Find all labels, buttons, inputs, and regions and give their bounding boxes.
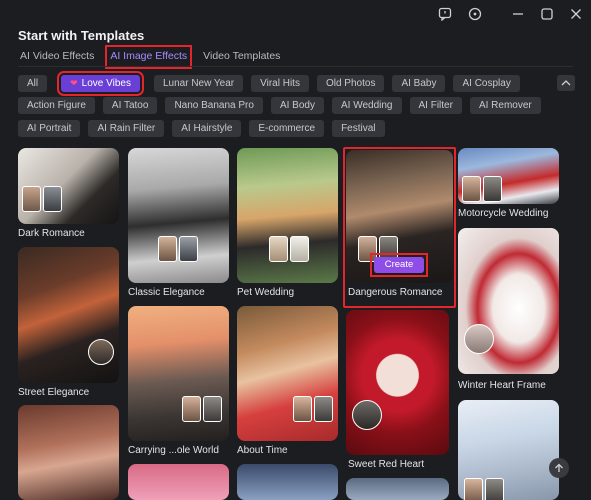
chip-label: Love Vibes	[81, 78, 131, 89]
chip-e-commerce[interactable]: E-commerce	[249, 120, 325, 137]
chip-ai-rain-filter[interactable]: AI Rain Filter	[88, 120, 165, 137]
chip-ai-body[interactable]: AI Body	[270, 97, 324, 114]
chip-viral-hits[interactable]: Viral Hits	[251, 75, 309, 92]
sample-thumbnails	[464, 478, 504, 500]
template-card-snowy-couple[interactable]	[346, 478, 449, 500]
card-title: Street Elegance	[18, 387, 90, 398]
feedback-icon[interactable]	[436, 5, 454, 23]
close-icon[interactable]	[567, 5, 585, 23]
template-card-street-elegance[interactable]	[18, 247, 119, 383]
card-title: Winter Heart Frame	[458, 380, 546, 391]
sample-thumbnail	[352, 400, 382, 430]
chip-action-figure[interactable]: Action Figure	[18, 97, 95, 114]
heart-icon: ❤	[70, 78, 78, 88]
template-card-sunset-couple[interactable]	[237, 464, 338, 500]
sample-thumbnails	[158, 236, 198, 262]
card-title: Carrying ...ole World	[128, 445, 219, 456]
category-chips-row-3: AI Portrait AI Rain Filter AI Hairstyle …	[18, 120, 385, 138]
sample-thumbnails	[293, 396, 333, 422]
template-card-carrying-whole-world[interactable]	[128, 306, 229, 441]
template-card-hearts[interactable]	[18, 405, 119, 500]
sample-thumbnail	[88, 339, 114, 365]
template-card-about-time[interactable]	[237, 306, 338, 441]
template-card-sand-heart[interactable]	[458, 400, 559, 500]
chip-ai-wedding[interactable]: AI Wedding	[331, 97, 402, 114]
arrow-up-icon[interactable]	[549, 458, 569, 478]
template-card-classic-elegance[interactable]	[128, 148, 229, 283]
tab-bar: AI Video Effects AI Image Effects Video …	[18, 45, 282, 69]
chip-old-photos[interactable]: Old Photos	[316, 75, 385, 92]
card-title: Dark Romance	[18, 228, 85, 239]
card-title: Sweet Red Heart	[348, 459, 425, 470]
card-title: About Time	[237, 445, 288, 456]
template-card-winter-heart-frame[interactable]	[458, 228, 559, 374]
sample-thumbnail	[464, 324, 494, 354]
card-title: Dangerous Romance	[348, 287, 443, 298]
chevron-up-icon[interactable]	[557, 75, 575, 91]
sample-thumbnails	[22, 186, 62, 212]
category-chips-row-2: Action Figure AI Tatoo Nano Banana Pro A…	[18, 97, 541, 115]
tab-ai-image-effects[interactable]: AI Image Effects	[105, 45, 193, 69]
circle-dot-icon[interactable]	[466, 5, 484, 23]
chip-ai-filter[interactable]: AI Filter	[409, 97, 462, 114]
chip-ai-portrait[interactable]: AI Portrait	[18, 120, 81, 137]
chip-ai-cosplay[interactable]: AI Cosplay	[453, 75, 520, 92]
template-card-motorcycle-wedding[interactable]	[458, 148, 559, 204]
create-button[interactable]: Create	[374, 257, 424, 273]
template-card-pink-romance[interactable]	[128, 464, 229, 500]
template-card-pet-wedding[interactable]	[237, 148, 338, 283]
chip-lunar-new-year[interactable]: Lunar New Year	[153, 75, 244, 92]
card-title: Motorcycle Wedding	[458, 208, 549, 219]
chip-ai-hairstyle[interactable]: AI Hairstyle	[172, 120, 242, 137]
sample-thumbnails	[182, 396, 222, 422]
chip-festival[interactable]: Festival	[332, 120, 385, 137]
chip-ai-baby[interactable]: AI Baby	[392, 75, 446, 92]
chip-ai-tatoo[interactable]: AI Tatoo	[102, 97, 158, 114]
page-title: Start with Templates	[18, 28, 145, 43]
chip-ai-remover[interactable]: AI Remover	[469, 97, 541, 114]
chip-nano-banana-pro[interactable]: Nano Banana Pro	[165, 97, 263, 114]
template-card-dark-romance[interactable]	[18, 148, 119, 224]
category-chips-row-1: All ❤ Love Vibes Lunar New Year Viral Hi…	[18, 75, 520, 93]
sample-thumbnails	[462, 176, 502, 202]
tab-ai-video-effects[interactable]: AI Video Effects	[18, 47, 96, 67]
tab-video-templates[interactable]: Video Templates	[201, 47, 282, 67]
tabs-divider	[18, 66, 573, 67]
title-bar	[0, 0, 591, 28]
maximize-icon[interactable]	[538, 5, 556, 23]
template-card-sweet-red-heart[interactable]	[346, 310, 449, 455]
sample-thumbnails	[269, 236, 309, 262]
card-title: Pet Wedding	[237, 287, 295, 298]
chip-all[interactable]: All	[18, 75, 48, 92]
chip-love-vibes[interactable]: ❤ Love Vibes	[61, 75, 140, 92]
minimize-icon[interactable]	[509, 5, 527, 23]
card-title: Classic Elegance	[128, 287, 205, 298]
